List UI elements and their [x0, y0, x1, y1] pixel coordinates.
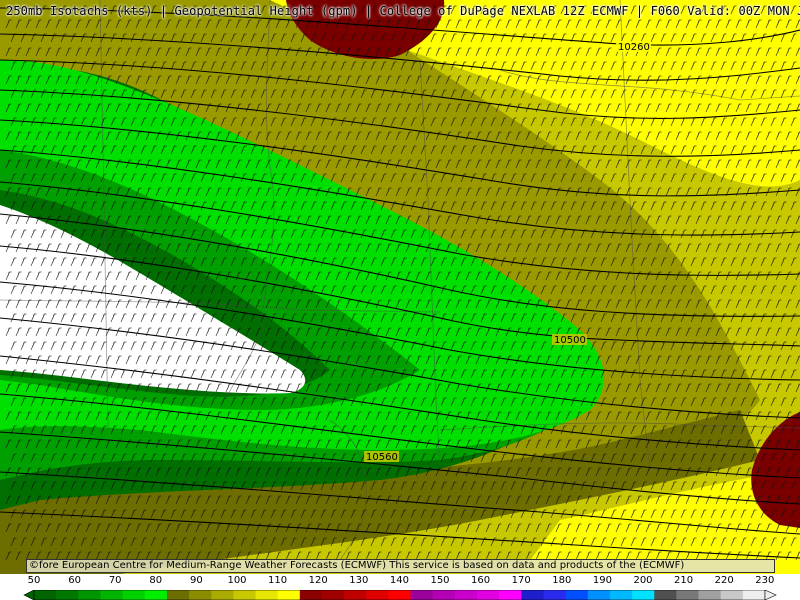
contour-label: 10500: [554, 335, 586, 346]
map-header: 250mb Isotachs (kts) | Geopotential Heig…: [0, 0, 800, 28]
map-title: 250mb Isotachs (kts) | Geopotential Heig…: [6, 4, 800, 18]
ecmwf-credit: ©fore European Centre for Medium-Range W…: [26, 559, 775, 573]
isotach-map: 10260 10500 10560: [0, 0, 800, 574]
legend-tick-label: 60: [68, 575, 81, 586]
legend-labels: 50 60 70 80 90 100 110 120 130 140 150 160 170 180 190…: [0, 575, 800, 587]
legend-color-swatch: [676, 590, 700, 600]
legend-color-swatch: [742, 590, 766, 600]
legend-color-swatch: [100, 590, 124, 600]
legend-tick-label: 80: [149, 575, 163, 586]
legend-tick-label: 210: [674, 575, 694, 586]
legend-color-swatch: [166, 590, 190, 600]
legend-tick-label: 200: [633, 575, 653, 586]
legend-tick-label: 100: [227, 575, 247, 586]
legend-tick-label: 120: [308, 575, 328, 586]
legend-tick-label: 180: [552, 575, 572, 586]
legend-tick-label: 70: [108, 575, 122, 586]
legend-color-swatch: [144, 590, 168, 600]
legend-color-swatch: [454, 590, 478, 600]
legend-arrow-left: [23, 590, 35, 600]
legend-arrow-right: [764, 590, 777, 600]
legend-color-swatch: [277, 590, 301, 600]
contour-label: 10560: [366, 452, 398, 463]
legend-color-swatch: [654, 590, 677, 600]
legend-color-swatch: [78, 590, 101, 600]
legend-tick-label: 160: [471, 575, 491, 586]
legend-color-swatch: [321, 590, 345, 600]
legend-color-swatch: [565, 590, 589, 600]
legend-color-swatch: [344, 590, 367, 600]
legend-tick-label: 170: [511, 575, 531, 586]
legend-color-swatch: [698, 590, 722, 600]
legend-tick-label: 50: [27, 575, 41, 586]
legend-color-swatch: [56, 590, 79, 600]
legend-color-swatch: [477, 590, 500, 600]
legend-tick-label: 90: [190, 575, 203, 586]
legend-color-swatch: [122, 590, 146, 600]
legend-color-swatch: [432, 590, 456, 600]
legend-color-swatch: [632, 590, 655, 600]
legend-color-swatch: [410, 590, 434, 600]
legend-tick-label: 220: [714, 575, 734, 586]
legend-color-swatch: [521, 590, 544, 600]
legend-color-swatch: [366, 590, 389, 600]
isotach-fills: [0, 0, 800, 574]
legend-color-swatch: [543, 590, 567, 600]
legend-color-swatch: [189, 590, 212, 600]
color-legend: 50 60 70 80 90 100 110 120 130 140 150 160 170 180 190…: [0, 574, 800, 600]
legend-color-swatch: [299, 590, 323, 600]
legend-tick-label: 140: [389, 575, 409, 586]
legend-tick-label: 230: [755, 575, 775, 586]
legend-color-swatch: [255, 590, 279, 600]
legend-color-swatch: [587, 590, 611, 600]
legend-color-swatch: [499, 590, 522, 600]
legend-color-swatch: [34, 590, 57, 600]
legend-color-swatch: [211, 590, 234, 600]
legend-color-swatch: [233, 590, 257, 600]
legend-color-swatch: [609, 590, 633, 600]
legend-color-swatch: [720, 590, 744, 600]
legend-tick-label: 110: [268, 575, 288, 586]
legend-color-bar: [23, 590, 777, 600]
contour-label: 10260: [618, 42, 650, 53]
legend-color-swatch: [388, 590, 412, 600]
legend-tick-label: 190: [592, 575, 612, 586]
legend-tick-label: 150: [430, 575, 450, 586]
weather-map-page: 10260 10500 10560 250mb Isotachs (kts) | G…: [0, 0, 800, 600]
legend-tick-label: 130: [349, 575, 369, 586]
